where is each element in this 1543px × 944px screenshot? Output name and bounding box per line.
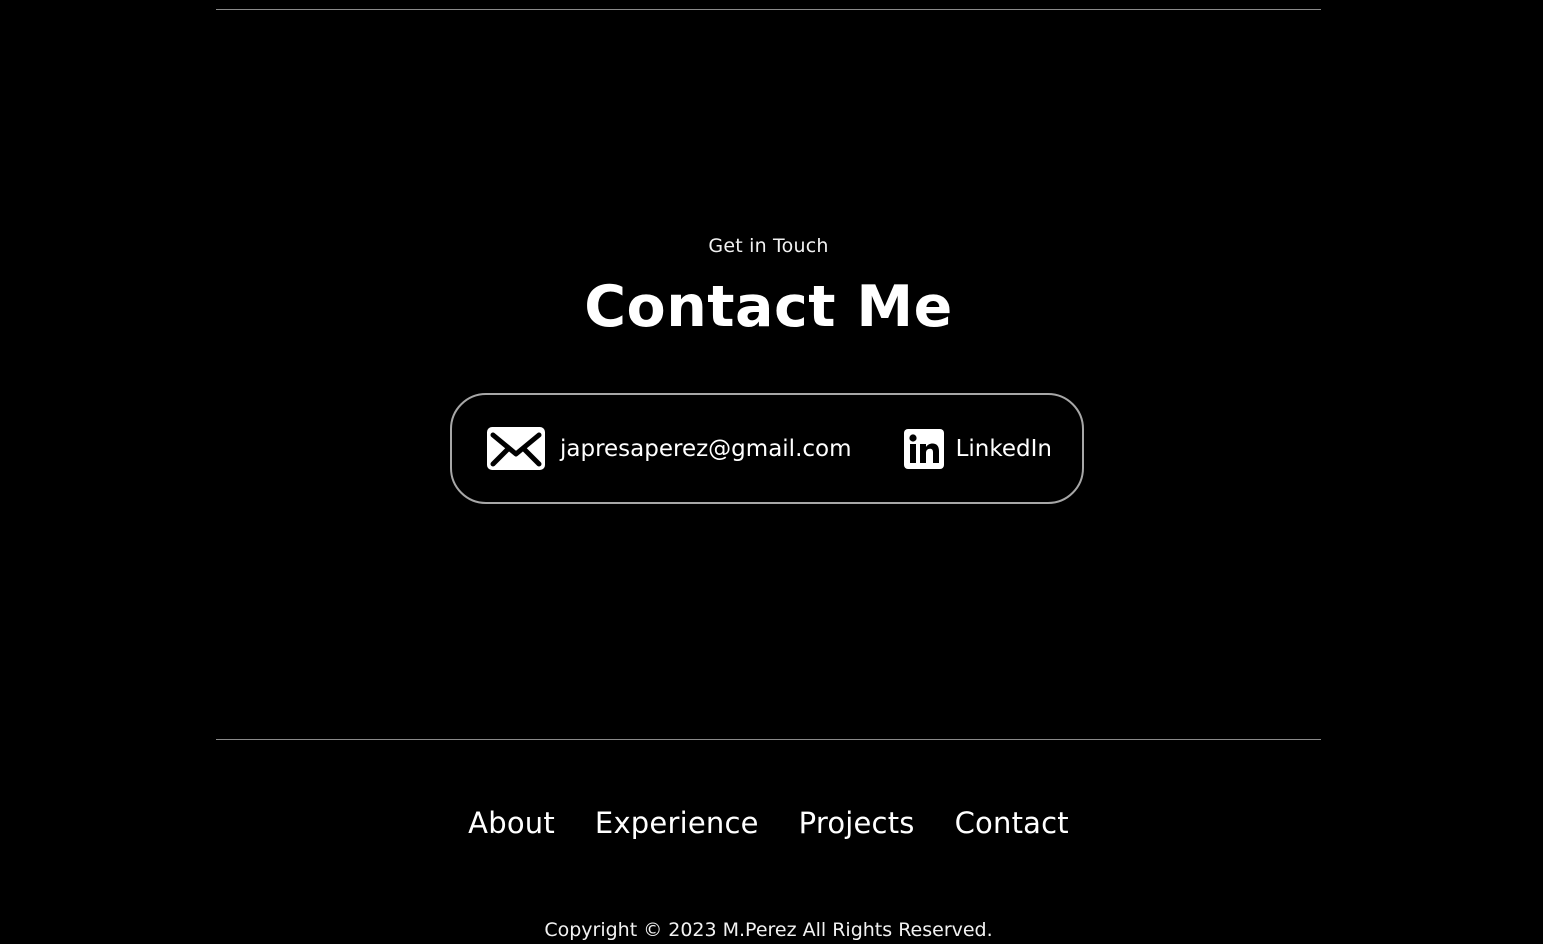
linkedin-label[interactable]: LinkedIn	[956, 436, 1052, 462]
contact-info-container: japresaperez@gmail.com LinkedIn	[450, 393, 1084, 504]
linkedin-icon[interactable]	[903, 428, 944, 469]
footer-nav-contact[interactable]: Contact	[955, 806, 1069, 840]
top-divider	[216, 9, 1321, 10]
footer-nav: About Experience Projects Contact	[0, 806, 1537, 840]
mail-icon[interactable]	[484, 422, 548, 475]
copyright-text: Copyright © 2023 M.Perez All Rights Rese…	[544, 919, 993, 941]
footer-nav-experience[interactable]: Experience	[595, 806, 759, 840]
footer-divider	[216, 739, 1321, 740]
section-title: Contact Me	[584, 274, 953, 340]
footer-nav-projects[interactable]: Projects	[799, 806, 915, 840]
linkedin-link[interactable]: LinkedIn	[903, 428, 1052, 469]
section-subtitle: Get in Touch	[708, 235, 829, 257]
email-address[interactable]: japresaperez@gmail.com	[560, 436, 852, 462]
page: Get in Touch Contact Me japresaperez@gma…	[0, 0, 1543, 944]
email-link[interactable]: japresaperez@gmail.com	[484, 422, 852, 475]
footer-nav-about[interactable]: About	[468, 806, 555, 840]
